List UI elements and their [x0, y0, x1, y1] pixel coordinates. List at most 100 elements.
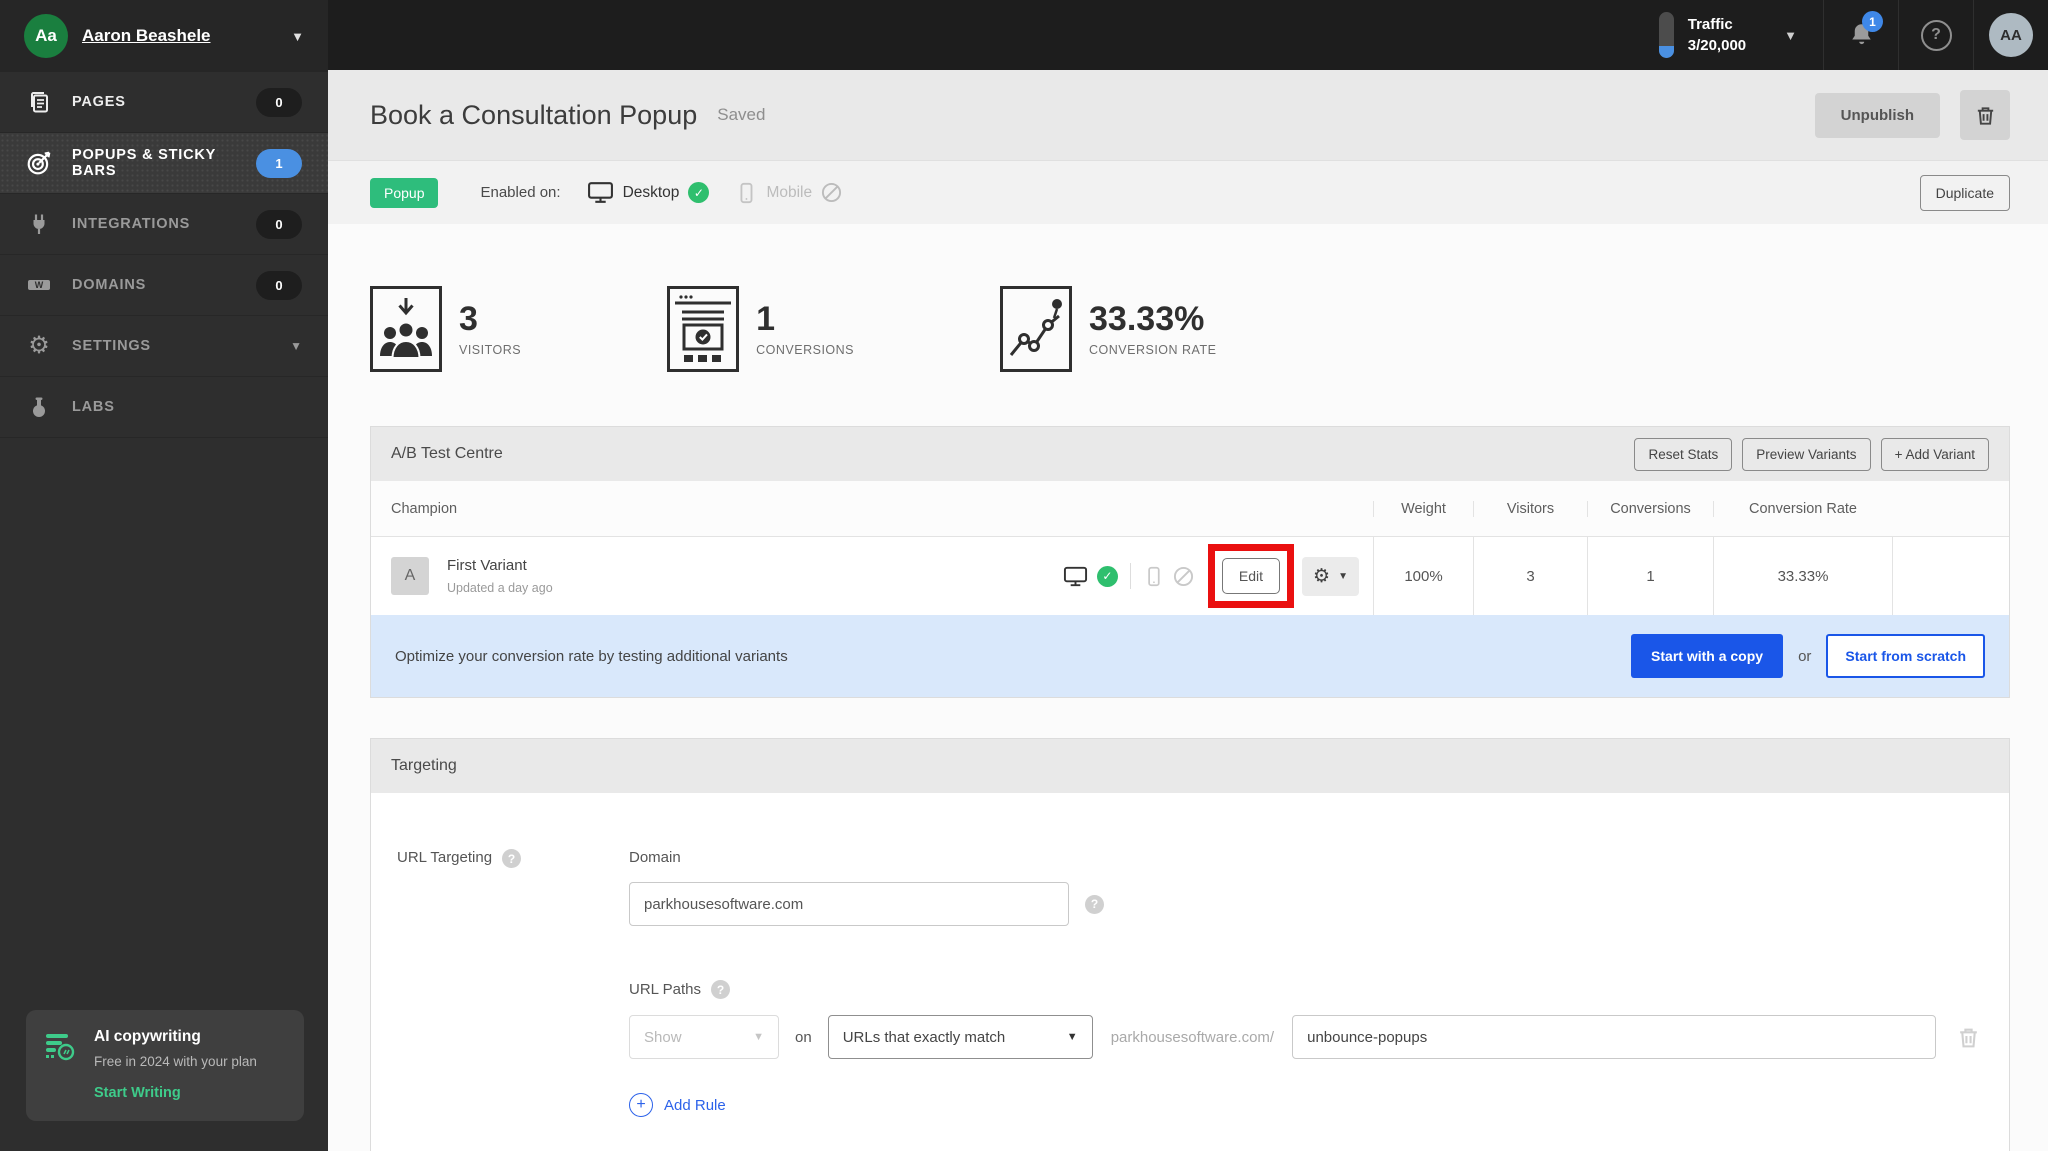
- page-body: 3 VISITORS 1 CONVERSIONS 33.33% CONVERSI…: [328, 224, 2048, 1151]
- mobile-label: Mobile: [766, 183, 813, 201]
- conversion-rate-value: 33.33%: [1089, 299, 1205, 338]
- variant-letter-badge: A: [391, 557, 429, 595]
- sidebar-item-settings[interactable]: ⚙ SETTINGS ▼: [0, 316, 328, 377]
- variant-conversions: 1: [1587, 537, 1713, 615]
- match-type-select[interactable]: URLs that exactly match ▼: [827, 1015, 1093, 1059]
- on-label: on: [795, 1028, 812, 1046]
- notifications-button[interactable]: 1: [1824, 0, 1898, 70]
- chevron-down-icon: ▼: [291, 28, 304, 44]
- variant-actions-cell: [1892, 537, 2009, 615]
- ai-card-title: AI copywriting: [94, 1028, 201, 1045]
- sidebar-item-label: DOMAINS: [72, 277, 147, 293]
- chevron-down-icon: ▼: [1338, 570, 1348, 582]
- visitors-label: VISITORS: [459, 342, 522, 357]
- target-icon: [26, 150, 52, 176]
- disabled-slash-icon: [821, 182, 842, 203]
- variant-weight: 100%: [1373, 537, 1473, 615]
- reset-stats-button[interactable]: Reset Stats: [1634, 437, 1733, 471]
- sidebar-nav: PAGES 0 POPUPS & STICKY BARS 1 INTEGRATI…: [0, 72, 328, 438]
- url-path-input[interactable]: [1292, 1015, 1936, 1059]
- targeting-card: Targeting URL Targeting ? Domain ?: [370, 738, 2010, 1151]
- delete-rule-button[interactable]: [1956, 1025, 1981, 1050]
- start-writing-link[interactable]: Start Writing: [94, 1085, 257, 1101]
- sidebar-item-labs[interactable]: LABS: [0, 377, 328, 438]
- visitors-value: 3: [459, 299, 478, 338]
- account-avatar-initials: Aa: [35, 26, 57, 45]
- url-paths-help-icon[interactable]: ?: [710, 980, 730, 999]
- sidebar-item-label: PAGES: [72, 94, 126, 110]
- check-circle-icon: ✓: [688, 182, 710, 203]
- page-header: Book a Consultation Popup Saved Unpublis…: [328, 70, 2048, 160]
- edit-variant-button[interactable]: Edit: [1221, 558, 1281, 594]
- domain-input[interactable]: [629, 882, 1069, 926]
- sidebar-item-pages[interactable]: PAGES 0: [0, 72, 328, 133]
- mobile-toggle[interactable]: Mobile: [735, 181, 842, 205]
- save-status: Saved: [717, 105, 766, 124]
- variant-row: A First Variant Updated a day ago ✓ Edit…: [371, 537, 2009, 615]
- sidebar-item-integrations[interactable]: INTEGRATIONS 0: [0, 194, 328, 255]
- type-badge: Popup: [370, 177, 439, 208]
- chevron-down-icon: ▼: [1784, 27, 1797, 43]
- ai-card-subtitle: Free in 2024 with your plan: [94, 1054, 257, 1069]
- ab-test-centre-header: A/B Test Centre Reset Stats Preview Vari…: [371, 427, 2009, 481]
- unpublish-button[interactable]: Unpublish: [1814, 92, 1940, 138]
- plug-icon: [26, 211, 52, 237]
- traffic-label: Traffic: [1687, 16, 1733, 33]
- variant-settings-dropdown[interactable]: ⚙ ▼: [1302, 556, 1359, 596]
- variant-name[interactable]: First Variant: [447, 557, 553, 574]
- domain-help-icon[interactable]: ?: [1085, 894, 1104, 914]
- trash-icon: [1974, 104, 1997, 127]
- notification-count-badge: 1: [1862, 11, 1883, 32]
- desktop-enabled-icon: [1063, 564, 1088, 589]
- ai-copywriting-icon: [44, 1028, 78, 1101]
- page-title: Book a Consultation Popup: [370, 99, 698, 130]
- stats-row: 3 VISITORS 1 CONVERSIONS 33.33% CONVERSI…: [370, 286, 2010, 372]
- sidebar-item-popups-sticky-bars[interactable]: POPUPS & STICKY BARS 1: [0, 133, 328, 194]
- targeting-title: Targeting: [391, 757, 457, 774]
- ab-test-centre-card: A/B Test Centre Reset Stats Preview Vari…: [370, 426, 2010, 698]
- add-rule-button[interactable]: + Add Rule: [629, 1093, 1983, 1117]
- ai-copywriting-card: AI copywriting Free in 2024 with your pl…: [26, 1010, 304, 1121]
- mobile-icon: [735, 181, 757, 205]
- show-hide-select[interactable]: Show ▼: [629, 1015, 779, 1059]
- conversion-rate-stat: 33.33% CONVERSION RATE: [1000, 286, 1216, 372]
- preview-variants-button[interactable]: Preview Variants: [1742, 437, 1871, 471]
- column-conversion-rate: Conversion Rate: [1713, 500, 1892, 517]
- user-menu-button[interactable]: AA: [1974, 0, 2048, 70]
- or-label: or: [1798, 647, 1812, 665]
- conversions-stat: 1 CONVERSIONS: [667, 286, 854, 372]
- account-switcher[interactable]: Aa Aaron Beashele ▼: [0, 0, 328, 72]
- check-circle-icon: ✓: [1096, 565, 1118, 587]
- enabled-on-label: Enabled on:: [480, 184, 561, 201]
- help-button[interactable]: ?: [1899, 0, 1973, 70]
- chevron-down-icon: ▼: [753, 1031, 764, 1043]
- url-targeting-help-icon[interactable]: ?: [502, 849, 522, 868]
- variant-visitors: 3: [1473, 537, 1587, 615]
- account-name: Aaron Beashele: [82, 26, 211, 45]
- main-area: Traffic 3/20,000 ▼ 1 ? AA Book a Consult…: [328, 0, 2048, 1151]
- sidebar-item-domains[interactable]: W DOMAINS 0: [0, 255, 328, 316]
- start-with-copy-button[interactable]: Start with a copy: [1631, 634, 1784, 678]
- url-targeting-label: URL Targeting: [397, 849, 493, 866]
- domain-label: Domain: [629, 849, 681, 866]
- chevron-down-icon: ▼: [290, 339, 302, 353]
- traffic-value: 3/20,000: [1687, 37, 1747, 54]
- variant-champion-cell: A First Variant Updated a day ago ✓ Edit…: [371, 537, 1373, 615]
- topbar: Traffic 3/20,000 ▼ 1 ? AA: [328, 0, 2048, 70]
- ab-test-centre-title: A/B Test Centre: [391, 445, 503, 462]
- add-variant-button[interactable]: + Add Variant: [1880, 437, 1989, 471]
- duplicate-button[interactable]: Duplicate: [1919, 174, 2010, 211]
- traffic-usage-dropdown[interactable]: Traffic 3/20,000 ▼: [1633, 0, 1823, 70]
- show-hide-value: Show: [644, 1028, 682, 1046]
- start-from-scratch-button[interactable]: Start from scratch: [1826, 634, 1985, 678]
- svg-text:W: W: [35, 280, 44, 290]
- conversions-icon: [667, 286, 740, 372]
- traffic-meter: [1658, 12, 1674, 58]
- desktop-toggle[interactable]: Desktop ✓: [587, 179, 710, 206]
- mobile-disabled-icon: [1143, 565, 1164, 588]
- delete-popup-button[interactable]: [1960, 90, 2010, 140]
- variant-updated: Updated a day ago: [447, 581, 553, 595]
- url-path-rule-row: Show ▼ on URLs that exactly match ▼ park…: [629, 1015, 1983, 1059]
- match-type-value: URLs that exactly match: [842, 1028, 1006, 1046]
- url-paths-label: URL Paths: [629, 981, 701, 998]
